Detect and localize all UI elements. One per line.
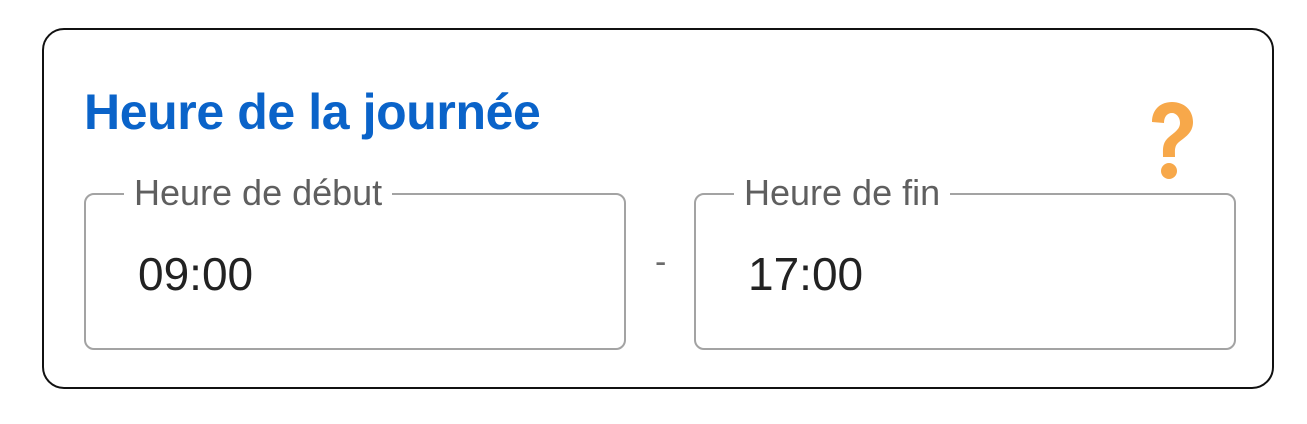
help-button[interactable] — [1144, 102, 1194, 180]
start-time-field[interactable]: Heure de début — [84, 169, 626, 350]
section-title: Heure de la journée — [84, 84, 541, 140]
end-time-label: Heure de fin — [734, 169, 951, 217]
end-time-input[interactable] — [748, 243, 1178, 305]
question-mark-icon — [1152, 102, 1193, 179]
start-time-input[interactable] — [138, 243, 568, 305]
end-time-field[interactable]: Heure de fin — [694, 169, 1236, 350]
start-time-label: Heure de début — [124, 169, 393, 217]
time-of-day-card: Heure de la journée Heure de début - Heu… — [42, 28, 1274, 389]
time-range-separator: - — [655, 243, 667, 281]
